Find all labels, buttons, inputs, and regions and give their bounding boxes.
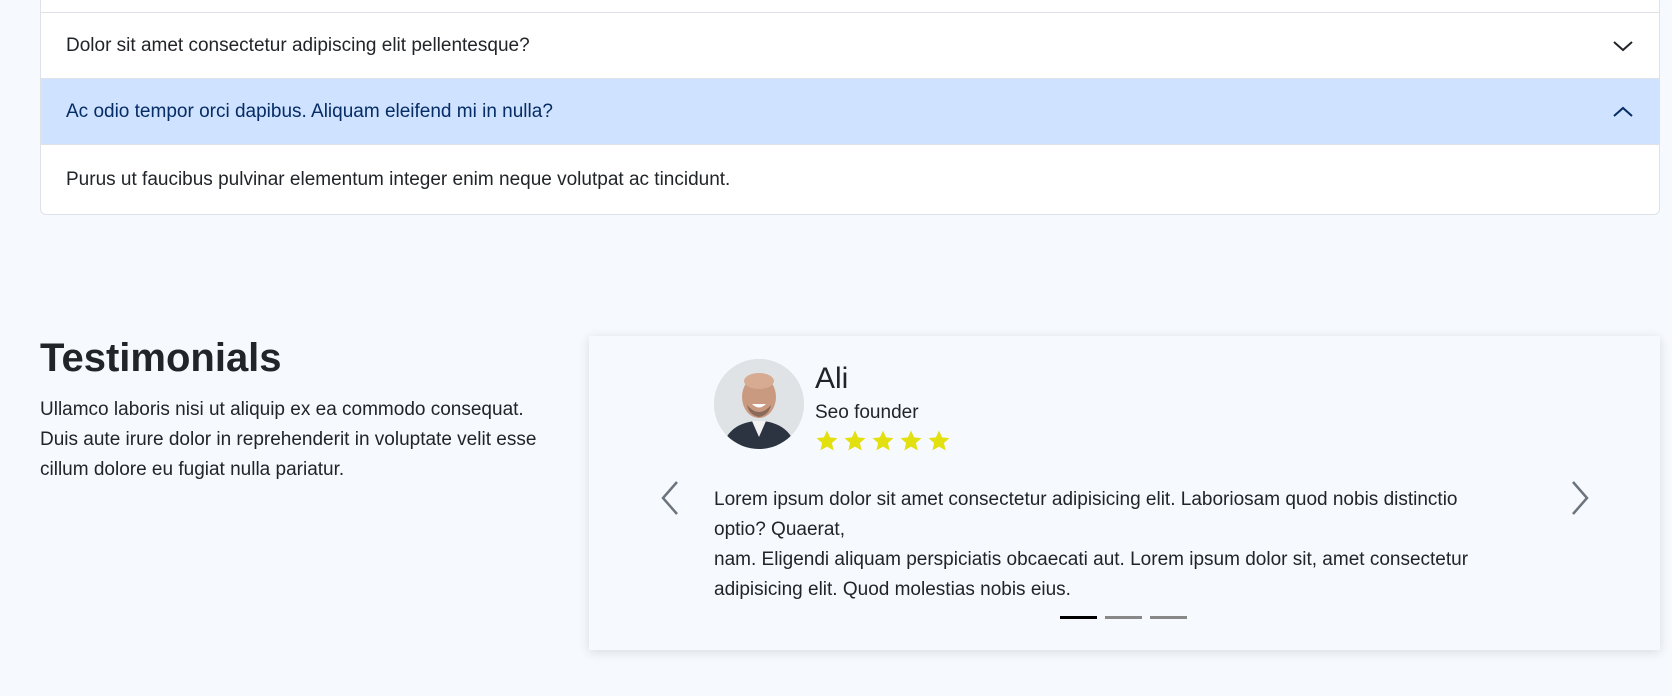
carousel-prev-button[interactable] [650,472,690,528]
carousel-indicators [1060,616,1187,619]
star-icon [900,430,922,451]
chevron-up-icon [1612,101,1634,123]
accordion-question-2: Ac odio tempor orci dapibus. Aliquam ele… [66,100,553,122]
star-icon [872,430,894,451]
testimonial-author-name: Ali [815,362,849,395]
testimonial-quote-line-1: Lorem ipsum dolor sit amet consectetur a… [714,489,1458,540]
star-icon [816,430,838,451]
chevron-down-icon [1612,35,1634,57]
chevron-right-icon [1569,480,1591,521]
carousel-indicator-2[interactable] [1105,616,1142,619]
star-icon [844,430,866,451]
testimonials-description: Ullamco laboris nisi ut aliquip ex ea co… [40,399,537,480]
accordion-item-1-header[interactable]: Dolor sit amet consectetur adipiscing el… [41,12,1659,78]
testimonial-quote: Lorem ipsum dolor sit amet consectetur a… [714,485,1514,605]
testimonial-author-role: Seo founder [815,402,919,423]
faq-accordion: Dolor sit amet consectetur adipiscing el… [40,0,1660,215]
accordion-answer-2: Purus ut faucibus pulvinar elementum int… [66,168,731,190]
testimonial-carousel: Ali Seo founder Lorem ipsum dolor sit am… [589,336,1660,650]
accordion-question-1: Dolor sit amet consectetur adipiscing el… [66,34,530,56]
testimonials-heading: Testimonials [40,336,282,380]
star-icon [928,430,950,451]
carousel-next-button[interactable] [1560,472,1600,528]
accordion-item-2-body: Purus ut faucibus pulvinar elementum int… [41,144,1659,214]
accordion-item-2-header[interactable]: Ac odio tempor orci dapibus. Aliquam ele… [41,78,1659,144]
carousel-indicator-3[interactable] [1150,616,1187,619]
avatar [714,359,804,449]
testimonial-quote-line-2: nam. Eligendi aliquam perspiciatis obcae… [714,549,1469,600]
chevron-left-icon [659,480,681,521]
rating-stars [815,429,951,453]
carousel-indicator-1[interactable] [1060,616,1097,619]
